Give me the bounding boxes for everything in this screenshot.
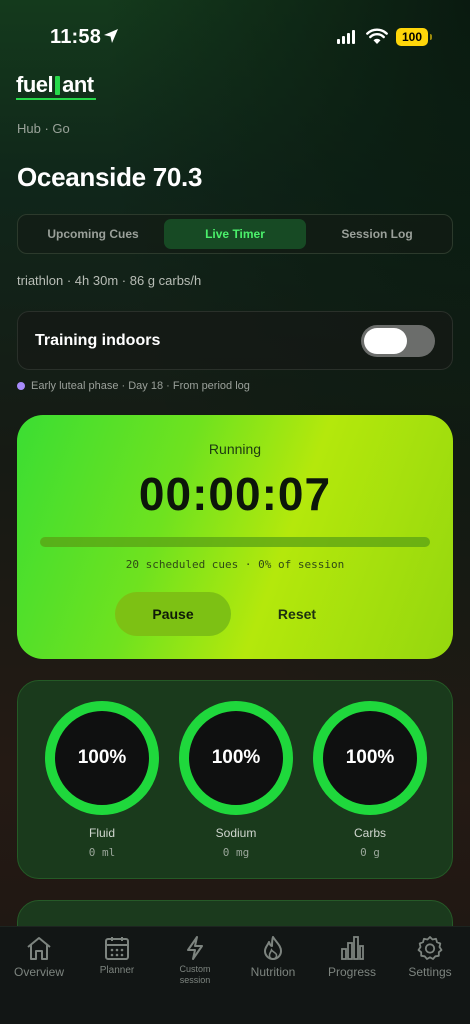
gear-icon (417, 936, 443, 960)
home-icon (27, 937, 51, 960)
tab-upcoming-cues[interactable]: Upcoming Cues (22, 219, 164, 249)
phase-dot-icon (17, 382, 25, 390)
cellular-signal-icon (337, 30, 355, 44)
tab-bar-overview[interactable]: Overview (0, 935, 78, 979)
tab-session-log[interactable]: Session Log (306, 219, 448, 249)
flame-icon (264, 936, 282, 960)
cycle-phase-text: Early luteal phase · Day 18 · From perio… (31, 380, 250, 392)
wifi-icon (366, 28, 388, 44)
toggle-knob (364, 328, 407, 354)
pause-button[interactable]: Pause (115, 592, 231, 636)
training-indoors-toggle[interactable] (361, 325, 435, 357)
bolt-icon (187, 936, 203, 960)
tab-bar-custom-session[interactable]: Custom session (156, 935, 234, 986)
timer-status: Running (208, 441, 262, 457)
bar-chart-icon (341, 936, 364, 960)
reset-button[interactable]: Reset (247, 592, 347, 636)
tab-bar-progress[interactable]: Progress (313, 935, 391, 979)
status-bar: 11:58 100 (0, 0, 470, 76)
fluid-ring: 100% (45, 701, 159, 815)
training-indoors-label: Training indoors (35, 332, 161, 349)
carbs-value: 0 g (360, 846, 380, 859)
logo-bar-glyph (55, 76, 61, 95)
sodium-ring: 100% (179, 701, 293, 815)
fluid-label: Fluid (88, 826, 115, 840)
session-progress-bar (40, 537, 430, 547)
cycle-phase-info: Early luteal phase · Day 18 · From perio… (17, 380, 250, 392)
gauge-carbs: 100% Carbs 0 g (313, 701, 427, 859)
timer-value: 00:00:07 (138, 468, 332, 520)
live-timer-card: Running 00:00:07 20 scheduled cues · 0% … (17, 415, 453, 659)
session-meta: triathlon · 4h 30m · 86 g carbs/h (17, 273, 202, 288)
tab-bar-nutrition[interactable]: Nutrition (234, 935, 312, 979)
gauge-sodium: 100% Sodium 0 mg (179, 701, 293, 859)
logo-underline (16, 98, 96, 100)
tab-bar-planner[interactable]: Planner (78, 935, 156, 976)
status-time: 11:58 (50, 26, 102, 48)
page-title: Oceanside 70.3 (17, 162, 203, 192)
fluid-value: 0 ml (88, 846, 116, 859)
timer-subtitle: 20 scheduled cues · 0% of session (125, 558, 345, 571)
training-indoors-card: Training indoors (17, 311, 453, 370)
sodium-value: 0 mg (222, 846, 250, 859)
tab-bar-settings[interactable]: Settings (391, 935, 469, 979)
breadcrumb[interactable]: Hub · Go (17, 121, 70, 136)
calendar-icon (105, 937, 129, 960)
carbs-ring: 100% (313, 701, 427, 815)
gauge-fluid: 100% Fluid 0 ml (45, 701, 159, 859)
location-arrow-icon (104, 29, 118, 43)
intake-gauges-card: 100% Fluid 0 ml 100% Sodium 0 mg 100% Ca… (17, 680, 453, 879)
segmented-tabs: Upcoming Cues Live Timer Session Log (17, 214, 453, 254)
sodium-label: Sodium (215, 826, 257, 840)
app-logo: fuel ant (16, 72, 94, 97)
tab-live-timer[interactable]: Live Timer (164, 219, 306, 249)
battery-indicator: 100 (396, 28, 432, 46)
bottom-tab-bar: Overview Planner Custom session Nutritio… (0, 926, 470, 1024)
carbs-label: Carbs (353, 826, 386, 840)
